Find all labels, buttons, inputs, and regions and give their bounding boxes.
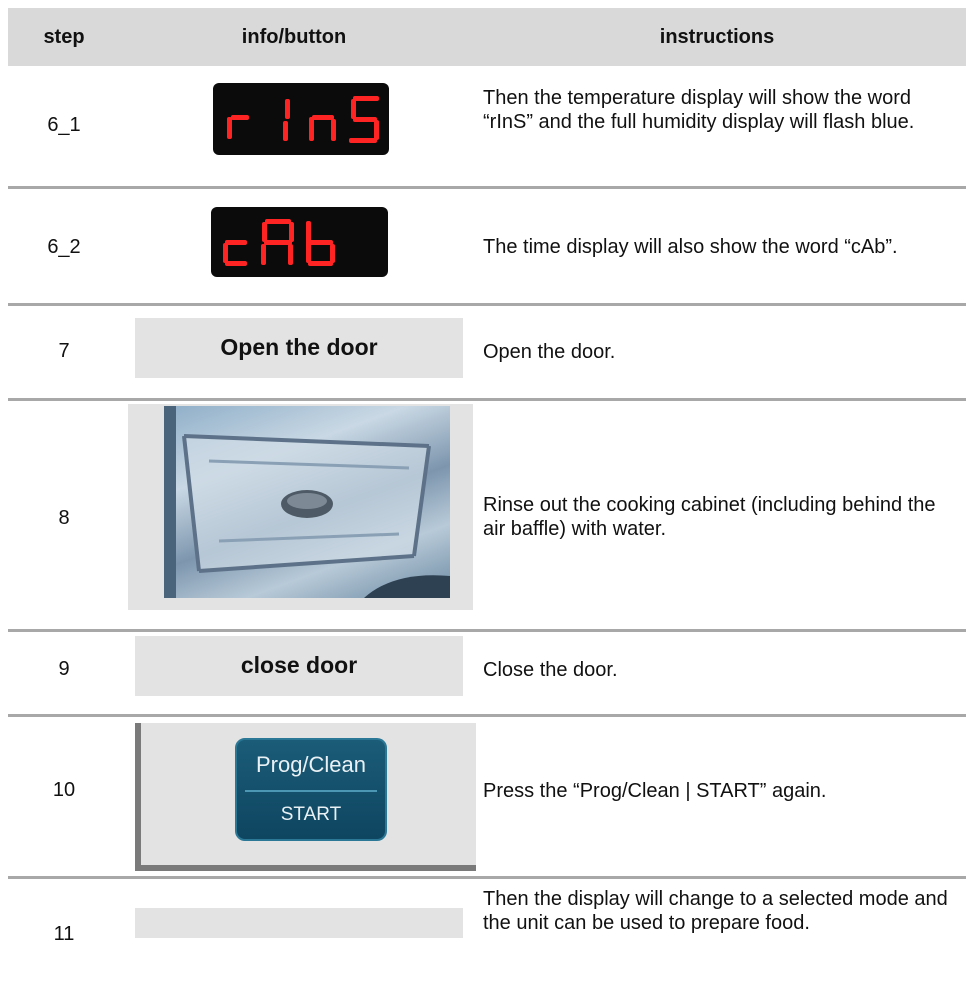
table-row: 10 Prog/Clean START Press the “Prog/Clea… — [8, 717, 966, 882]
prog-clean-start-button[interactable]: Prog/Clean START — [235, 738, 387, 841]
instruction-text: The time display will also show the word… — [483, 236, 898, 258]
step-number: 10 — [52, 779, 76, 801]
table-header: step info/button instructions — [8, 8, 966, 66]
instruction-text: Then the display will change to a select… — [483, 888, 948, 934]
header-instructions: instructions — [659, 26, 775, 48]
blank-panel — [135, 908, 463, 938]
table-row: 11 Then the display will change to a sel… — [8, 879, 966, 994]
prog-clean-label: Prog/Clean — [255, 752, 367, 777]
instruction-text: Press the “Prog/Clean | START” again. — [483, 780, 827, 802]
instruction-text: Rinse out the cooking cabinet (including… — [483, 494, 936, 540]
prog-clean-panel: Prog/Clean START — [135, 723, 476, 871]
start-label: START — [280, 804, 342, 825]
table-row: 6_1 Then the temperature display will sh… — [8, 66, 966, 186]
step-number: 6_2 — [47, 236, 81, 258]
header-info-button: info/button — [241, 26, 347, 48]
open-door-panel: Open the door — [135, 318, 463, 378]
step-number: 9 — [58, 658, 70, 680]
led-digits — [223, 219, 335, 266]
table-row: 8 Rinse out the cooking cabinet (includi… — [8, 401, 966, 631]
instructions-table: step info/button instructions 6_1 Then t… — [8, 8, 966, 945]
open-door-label: Open the door — [220, 334, 378, 360]
table-row: 9 close door Close the door. — [8, 632, 966, 722]
led-display-cab — [211, 207, 388, 277]
button-divider — [245, 790, 377, 792]
step-number: 8 — [58, 507, 70, 529]
led-display-rins — [213, 83, 389, 155]
instruction-text: Close the door. — [483, 659, 618, 681]
instruction-text: Then the temperature display will show t… — [483, 87, 915, 133]
led-digits — [227, 96, 379, 143]
table-row: 6_2 The time display will also show the … — [8, 189, 966, 309]
step-number: 7 — [58, 340, 70, 362]
cooking-cabinet-photo — [164, 406, 450, 598]
close-door-label: close door — [240, 652, 358, 678]
step-number: 11 — [53, 923, 75, 945]
table-row: 7 Open the door Open the door. — [8, 306, 966, 401]
cabinet-illustration — [164, 406, 450, 598]
step-number: 6_1 — [47, 114, 81, 136]
instruction-text: Open the door. — [483, 341, 616, 363]
header-step: step — [43, 26, 85, 48]
close-door-panel: close door — [135, 636, 463, 696]
